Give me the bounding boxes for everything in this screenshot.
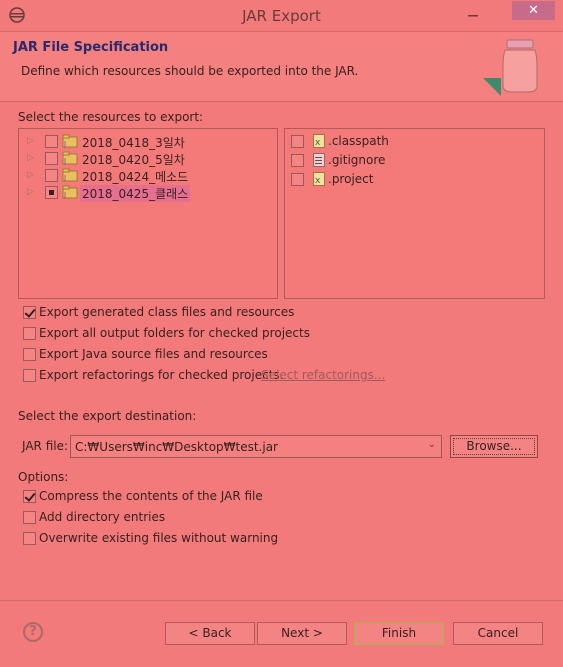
- xml-file-icon: x: [313, 134, 325, 148]
- jar-file-combo[interactable]: C:₩Users₩inc₩Desktop₩test.jar ⌄: [70, 435, 442, 458]
- file-item[interactable]: x .project: [291, 171, 541, 189]
- file-list[interactable]: x .classpath .gitignore x .project: [284, 128, 545, 299]
- file-item[interactable]: x .classpath: [291, 133, 541, 151]
- page-title: JAR File Specification: [13, 40, 169, 55]
- file-item[interactable]: .gitignore: [291, 152, 541, 170]
- project-tree[interactable]: ▷ J 2018_0418_3일차 ▷ J 2018_0420_5일차 ▷ J …: [18, 128, 278, 299]
- project-checkbox[interactable]: [45, 169, 58, 182]
- project-checkbox-partial[interactable]: [45, 186, 58, 199]
- expand-icon[interactable]: ▷: [27, 150, 37, 166]
- compress-label[interactable]: Compress the contents of the JAR file: [39, 489, 263, 503]
- export-output-folders-checkbox[interactable]: [23, 327, 36, 340]
- export-refactorings-checkbox[interactable]: [23, 369, 36, 382]
- compress-checkbox[interactable]: [23, 490, 36, 503]
- svg-text:x: x: [315, 176, 321, 186]
- svg-text:J: J: [63, 140, 66, 148]
- text-file-icon: [313, 153, 325, 167]
- export-source-files-checkbox[interactable]: [23, 348, 36, 361]
- java-project-icon: J: [62, 168, 78, 182]
- wizard-header: JAR File Specification Define which reso…: [0, 32, 563, 102]
- add-directory-entries-label[interactable]: Add directory entries: [39, 510, 165, 524]
- close-button[interactable]: ✕: [512, 1, 555, 20]
- xml-file-icon: x: [313, 172, 325, 186]
- jar-file-label: JAR file:: [22, 439, 69, 453]
- page-description: Define which resources should be exporte…: [21, 64, 359, 78]
- java-project-icon: J: [62, 185, 78, 199]
- add-directory-entries-checkbox[interactable]: [23, 511, 36, 524]
- tree-item-project[interactable]: ▷ J 2018_0420_5일차: [27, 150, 277, 168]
- tree-item-project[interactable]: ▷ J 2018_0418_3일차: [27, 133, 277, 151]
- next-button[interactable]: Next >: [257, 622, 347, 645]
- file-name: .project: [328, 172, 374, 186]
- minimize-icon[interactable]: [466, 5, 480, 19]
- tree-item-project[interactable]: ▷ J 2018_0424_메소드: [27, 167, 277, 185]
- svg-text:J: J: [63, 157, 66, 165]
- export-output-folders-label[interactable]: Export all output folders for checked pr…: [39, 326, 310, 340]
- file-checkbox[interactable]: [291, 173, 304, 186]
- project-name: 2018_0418_3일차: [82, 136, 185, 150]
- file-name: .classpath: [328, 134, 389, 148]
- select-refactorings-link[interactable]: Select refactorings...: [261, 368, 385, 382]
- file-name: .gitignore: [328, 153, 386, 167]
- expand-icon[interactable]: ▷: [27, 167, 37, 183]
- jar-illustration-icon: [483, 39, 538, 96]
- expand-icon[interactable]: ▷: [27, 133, 37, 149]
- help-icon[interactable]: ?: [23, 622, 43, 642]
- project-name: 2018_0424_메소드: [82, 170, 189, 184]
- export-class-files-checkbox[interactable]: [23, 306, 36, 319]
- export-refactorings-label[interactable]: Export refactorings for checked projects…: [39, 368, 283, 382]
- chevron-down-icon[interactable]: ⌄: [428, 439, 436, 450]
- file-checkbox[interactable]: [291, 154, 304, 167]
- file-checkbox[interactable]: [291, 135, 304, 148]
- destination-label: Select the export destination:: [18, 409, 197, 423]
- project-checkbox[interactable]: [45, 135, 58, 148]
- finish-button[interactable]: Finish: [354, 622, 444, 645]
- back-button[interactable]: < Back: [165, 622, 255, 645]
- title-bar: JAR Export ✕: [0, 0, 563, 32]
- jar-file-value: C:₩Users₩inc₩Desktop₩test.jar: [75, 440, 278, 454]
- project-name: 2018_0425_클래스: [80, 185, 191, 202]
- export-class-files-label[interactable]: Export generated class files and resourc…: [39, 305, 294, 319]
- expand-icon[interactable]: ▷: [27, 184, 37, 200]
- svg-text:x: x: [315, 138, 321, 148]
- project-name: 2018_0420_5일차: [82, 153, 185, 167]
- footer-separator: [0, 600, 563, 601]
- options-label: Options:: [18, 470, 69, 484]
- export-source-files-label[interactable]: Export Java source files and resources: [39, 347, 268, 361]
- project-checkbox[interactable]: [45, 152, 58, 165]
- svg-text:J: J: [63, 191, 66, 199]
- tree-item-project-selected[interactable]: ▷ J 2018_0425_클래스: [27, 184, 277, 202]
- overwrite-files-label[interactable]: Overwrite existing files without warning: [39, 531, 278, 545]
- overwrite-files-checkbox[interactable]: [23, 532, 36, 545]
- resources-label: Select the resources to export:: [18, 110, 204, 124]
- java-project-icon: J: [62, 151, 78, 165]
- browse-button[interactable]: Browse...: [450, 435, 538, 458]
- cancel-button[interactable]: Cancel: [453, 622, 543, 645]
- svg-text:J: J: [63, 174, 66, 182]
- java-project-icon: J: [62, 134, 78, 148]
